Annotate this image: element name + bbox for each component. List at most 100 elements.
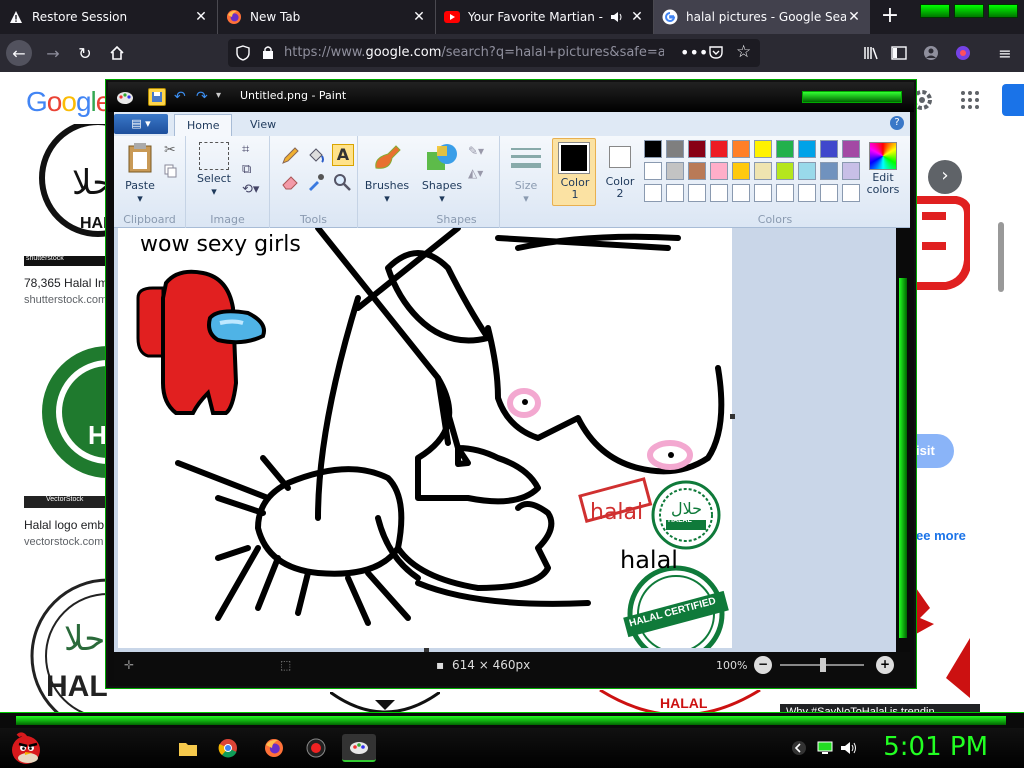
edit-colors-button[interactable]: Edit colors — [858, 142, 908, 196]
extension-icon[interactable] — [950, 40, 976, 66]
palette-swatch[interactable] — [688, 140, 706, 158]
pencil-icon[interactable] — [280, 146, 300, 166]
close-tab-icon[interactable]: ✕ — [193, 9, 209, 25]
fill-bucket-icon[interactable] — [306, 146, 326, 166]
result-source[interactable]: vectorstock.com — [24, 536, 103, 548]
paint-title-bar[interactable]: ↶ ↷ ▾ Untitled.png - Paint — [108, 82, 914, 112]
reload-icon[interactable]: ↻ — [72, 40, 98, 66]
color2-button[interactable]: Color 2 — [600, 136, 640, 228]
eraser-icon[interactable] — [280, 172, 300, 192]
shapes-button[interactable]: Shapes ▾ — [418, 142, 466, 205]
bookmark-star-icon[interactable]: ☆ — [736, 42, 751, 62]
volume-icon[interactable] — [840, 736, 858, 760]
minimize-button[interactable] — [920, 4, 950, 18]
chrome-icon[interactable] — [216, 736, 240, 760]
result-caption[interactable]: 78,365 Halal Im — [24, 276, 108, 290]
palette-swatch[interactable] — [820, 140, 838, 158]
size-button[interactable]: Size ▾ — [504, 142, 548, 205]
palette-swatch[interactable] — [644, 162, 662, 180]
paint-window-controls[interactable] — [802, 91, 902, 103]
sidebar-icon[interactable] — [886, 40, 912, 66]
select-button[interactable]: Select ▾ — [192, 142, 236, 198]
tab-google-search[interactable]: halal pictures - Google Search ✕ — [654, 0, 870, 34]
file-explorer-icon[interactable] — [176, 736, 200, 760]
palette-swatch[interactable] — [666, 184, 684, 202]
result-thumbnail-bottom-2[interactable]: HALAL — [580, 688, 780, 712]
tab-restore-session[interactable]: Restore Session ✕ — [0, 0, 218, 34]
tray-chevron-icon[interactable] — [790, 736, 808, 760]
paint-taskbar-icon[interactable] — [342, 734, 376, 762]
palette-swatch[interactable] — [666, 140, 684, 158]
page-actions-icon[interactable]: ••• — [680, 43, 708, 62]
tab-home[interactable]: Home — [174, 114, 233, 136]
apps-grid-icon[interactable] — [960, 90, 980, 110]
brushes-button[interactable]: Brushes ▾ — [362, 142, 412, 205]
result-thumbnail-1[interactable]: حلا HAL shutterstock — [24, 124, 108, 266]
result-thumbnail-3[interactable]: حلا HALAL — [24, 572, 108, 712]
palette-swatch[interactable] — [798, 140, 816, 158]
forward-arrow-icon[interactable]: → — [40, 40, 66, 66]
copy-icon[interactable] — [164, 164, 178, 181]
trending-caption[interactable]: Why #SayNoToHalal is trendin — [780, 704, 980, 712]
zoom-in-button[interactable]: + — [876, 656, 894, 674]
customize-quick-access-icon[interactable]: ▾ — [216, 90, 221, 101]
see-more-link[interactable]: ee more — [916, 528, 966, 543]
chevron-right-icon[interactable]: › — [928, 160, 962, 194]
shield-icon[interactable] — [236, 45, 250, 64]
resize-handle[interactable] — [730, 414, 735, 419]
speaker-icon[interactable] — [609, 9, 625, 25]
palette-swatch[interactable] — [754, 140, 772, 158]
palette-swatch[interactable] — [710, 140, 728, 158]
close-tab-icon[interactable]: ✕ — [411, 9, 427, 25]
file-menu-button[interactable]: ▤ ▾ — [114, 114, 168, 134]
palette-swatch[interactable] — [798, 162, 816, 180]
save-quick-access-icon[interactable] — [148, 88, 166, 106]
palette-swatch[interactable] — [776, 162, 794, 180]
google-logo[interactable]: Google — [26, 86, 111, 118]
firefox-taskbar-icon[interactable] — [262, 736, 286, 760]
redo-icon[interactable]: ↷ — [196, 89, 208, 105]
zoom-out-button[interactable]: − — [754, 656, 772, 674]
magnifier-icon[interactable] — [332, 172, 352, 192]
zoom-slider-thumb[interactable] — [820, 658, 826, 672]
lock-icon[interactable] — [262, 45, 274, 62]
palette-swatch[interactable] — [666, 162, 684, 180]
new-tab-button[interactable]: + — [876, 3, 904, 31]
palette-swatch[interactable] — [798, 184, 816, 202]
back-arrow-icon[interactable]: ← — [6, 40, 32, 66]
account-icon[interactable] — [918, 40, 944, 66]
palette-swatch[interactable] — [732, 140, 750, 158]
palette-swatch[interactable] — [820, 162, 838, 180]
network-icon[interactable] — [816, 736, 834, 760]
help-icon[interactable]: ? — [890, 116, 904, 130]
palette-swatch[interactable] — [754, 184, 772, 202]
palette-swatch[interactable] — [710, 162, 728, 180]
taskbar-clock[interactable]: 5:01 PM — [883, 732, 988, 762]
crop-icon[interactable]: ⌗ — [242, 142, 249, 157]
menu-hamburger-icon[interactable]: ≡ — [992, 40, 1018, 66]
tab-new-tab[interactable]: New Tab ✕ — [218, 0, 436, 34]
canvas-vertical-scrollbar[interactable] — [896, 228, 910, 652]
palette-swatch[interactable] — [644, 140, 662, 158]
result-thumbnail-2[interactable]: H VectorStock — [24, 328, 108, 508]
palette-swatch[interactable] — [688, 184, 706, 202]
fill-icon[interactable]: ◭▾ — [468, 166, 483, 180]
library-icon[interactable] — [858, 40, 884, 66]
palette-swatch[interactable] — [732, 162, 750, 180]
palette-swatch[interactable] — [732, 184, 750, 202]
paste-button[interactable]: Paste ▾ — [120, 142, 160, 205]
palette-swatch[interactable] — [820, 184, 838, 202]
palette-swatch[interactable] — [644, 184, 662, 202]
text-tool-icon[interactable]: A — [332, 144, 354, 166]
palette-swatch[interactable] — [710, 184, 728, 202]
cut-icon[interactable]: ✂ — [164, 142, 176, 158]
start-menu-angry-bird-icon[interactable] — [8, 730, 44, 766]
color1-button[interactable]: Color 1 — [552, 138, 596, 206]
undo-icon[interactable]: ↶ — [174, 89, 186, 105]
zoom-slider[interactable] — [780, 658, 864, 672]
result-source[interactable]: shutterstock.com — [24, 294, 107, 306]
color-picker-icon[interactable] — [306, 172, 326, 192]
page-scrollbar[interactable] — [996, 72, 1008, 300]
palette-swatch[interactable] — [776, 184, 794, 202]
url-text[interactable]: https://www.google.com/search?q=halal+pi… — [284, 45, 664, 60]
